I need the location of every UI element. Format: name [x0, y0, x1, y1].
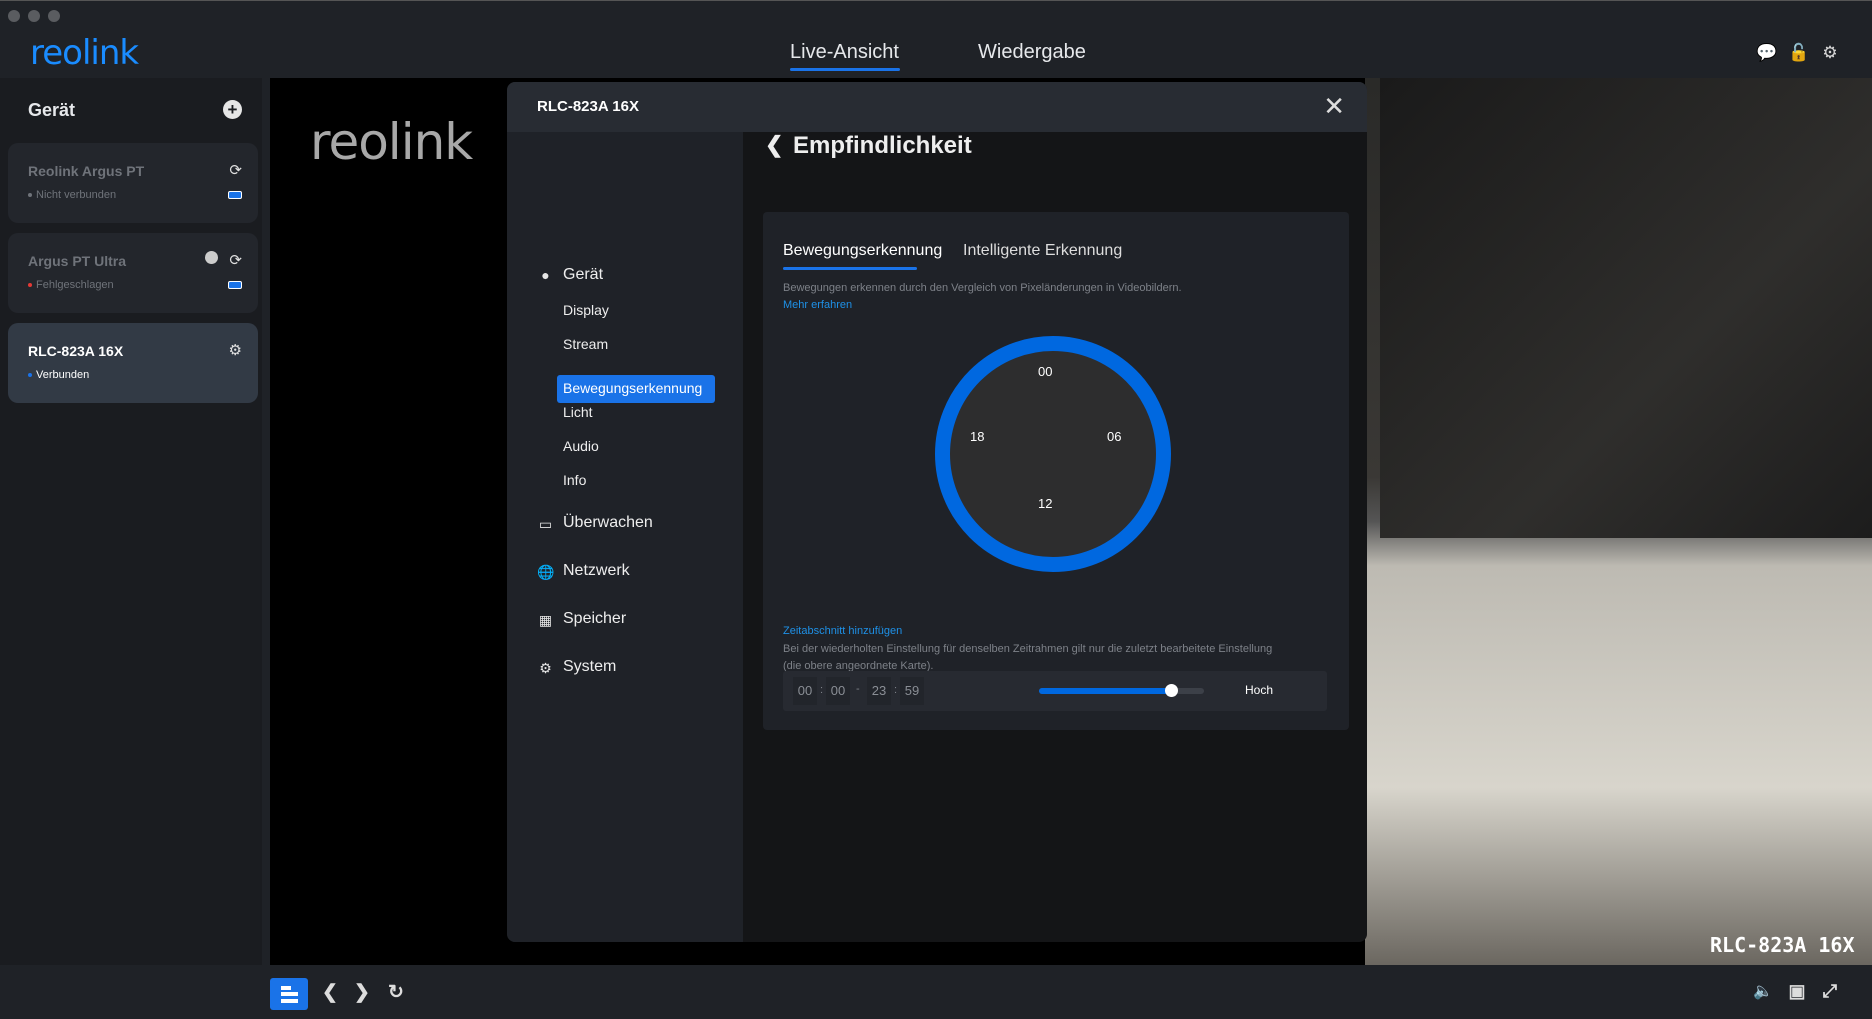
close-icon[interactable]: ✕: [1323, 92, 1345, 120]
add-period-link[interactable]: Zeitabschnitt hinzufügen: [783, 625, 902, 637]
clock-label-06: 06: [1107, 429, 1122, 444]
sensitivity-slider-fill: [1039, 688, 1171, 694]
device-name: Reolink Argus PT: [28, 163, 145, 179]
unlock-icon[interactable]: 🔓: [1788, 43, 1809, 63]
nav-storage[interactable]: Speicher: [563, 610, 626, 628]
status-dot: [28, 193, 32, 198]
tab-motion-detection[interactable]: Bewegungserkennung: [783, 242, 942, 260]
device-card-argus-pt-ultra[interactable]: Argus PT Ultra Fehlgeschlagen ⟳: [8, 233, 258, 313]
active-tab-indicator: [790, 68, 900, 71]
device-status: Verbunden: [28, 369, 89, 381]
globe-icon: 🌐: [537, 564, 555, 580]
storage-icon: ▦: [538, 612, 553, 628]
nav-light[interactable]: Licht: [563, 404, 593, 420]
reconnect-icon[interactable]: ⟳: [229, 161, 242, 179]
dialog-title: RLC-823A 16X: [537, 98, 639, 115]
refresh-icon[interactable]: ↻: [384, 981, 408, 1004]
clock-label-18: 18: [970, 429, 985, 444]
gear-icon: ⚙: [539, 660, 552, 676]
minimize-window-button[interactable]: [28, 10, 40, 22]
start-hour-input[interactable]: 00: [793, 677, 817, 705]
nav-audio[interactable]: Audio: [563, 438, 599, 454]
time-separator: -: [856, 683, 860, 695]
device-card-reolink-argus-pt[interactable]: Reolink Argus PT Nicht verbunden ⟳: [8, 143, 258, 223]
clock-label-12: 12: [1038, 496, 1053, 511]
sensitivity-level-label: Hoch: [1245, 683, 1274, 697]
device-status-text: Fehlgeschlagen: [36, 279, 114, 291]
page-title: Empfindlichkeit: [793, 132, 972, 159]
nav-system[interactable]: System: [563, 658, 616, 676]
sensitivity-slider[interactable]: [1039, 684, 1204, 697]
status-dot: [28, 283, 32, 288]
layout-list-button[interactable]: [270, 978, 308, 1010]
sensitivity-slider-thumb[interactable]: [1165, 684, 1178, 697]
battery-icon: [228, 281, 242, 289]
learn-more-link[interactable]: Mehr erfahren: [783, 299, 852, 311]
chevron-left-icon[interactable]: ❮: [318, 981, 342, 1004]
settings-gear-icon[interactable]: ⚙: [229, 341, 242, 359]
schedule-row: 00 : 00 - 23 : 59 Hoch: [783, 671, 1327, 711]
sidebar-title: Gerät: [28, 100, 76, 120]
active-tab-indicator: [783, 267, 917, 270]
bottom-toolbar: ❮ ❯ ↻ 🔈 ▣ ⤢: [0, 965, 1872, 1019]
tab-smart-detection[interactable]: Intelligente Erkennung: [963, 242, 1122, 260]
speaker-icon[interactable]: 🔈: [1751, 981, 1775, 1001]
nav-display[interactable]: Display: [563, 302, 609, 318]
nav-info[interactable]: Info: [563, 472, 586, 488]
device-card-rlc-823a[interactable]: RLC-823A 16X Verbunden ⚙: [8, 323, 258, 403]
battery-icon: [228, 191, 242, 199]
back-chevron-icon[interactable]: ❮: [765, 132, 783, 158]
monitor-icon: ▭: [538, 516, 553, 532]
status-dot: [28, 373, 32, 378]
device-name: Argus PT Ultra: [28, 253, 127, 269]
device-status: Nicht verbunden: [28, 189, 116, 201]
title-bar: reolink Live-Ansicht Wiedergabe 💬 🔓 ⚙: [0, 0, 1872, 78]
camera-osd-label: RLC-823A 16X: [1710, 933, 1855, 957]
camera-feed-tv: [1380, 78, 1872, 538]
settings-nav: ● Gerät Display Stream Bewegungserkennun…: [507, 132, 743, 942]
chat-icon[interactable]: 💬: [1756, 43, 1777, 63]
time-colon: :: [894, 684, 898, 696]
close-window-button[interactable]: [8, 10, 20, 22]
device-status: Fehlgeschlagen: [28, 279, 114, 291]
end-minute-input[interactable]: 59: [900, 677, 924, 705]
nav-motion-detection[interactable]: Bewegungserkennung: [563, 380, 702, 396]
schedule-clock[interactable]: 00 06 12 18: [935, 336, 1171, 572]
fullscreen-icon[interactable]: ⤢: [1818, 981, 1842, 1002]
chevron-right-icon[interactable]: ❯: [350, 981, 374, 1004]
nav-stream[interactable]: Stream: [563, 336, 608, 352]
device-status-text: Verbunden: [36, 369, 90, 381]
clock-label-00: 00: [1038, 364, 1053, 379]
tab-playback[interactable]: Wiedergabe: [978, 41, 1086, 64]
reconnect-icon[interactable]: ⟳: [229, 251, 242, 269]
reolink-logo: reolink: [30, 33, 139, 73]
aspect-ratio-icon[interactable]: ▣: [1785, 981, 1809, 1002]
add-device-button[interactable]: +: [223, 100, 242, 119]
camera-icon: ●: [541, 267, 550, 283]
motion-settings-card: Bewegungserkennung Intelligente Erkennun…: [763, 212, 1349, 730]
nav-monitor[interactable]: Überwachen: [563, 514, 653, 532]
device-status-text: Nicht verbunden: [36, 189, 117, 201]
wifi-icon: [205, 251, 218, 264]
nav-network[interactable]: Netzwerk: [563, 562, 630, 580]
time-colon: :: [820, 684, 824, 696]
gear-icon[interactable]: ⚙: [1820, 43, 1840, 63]
start-minute-input[interactable]: 00: [826, 677, 850, 705]
video-placeholder-logo: reolink: [310, 113, 473, 171]
end-hour-input[interactable]: 23: [867, 677, 891, 705]
device-name: RLC-823A 16X: [28, 343, 124, 359]
nav-device[interactable]: Gerät: [563, 266, 603, 284]
description: Bewegungen erkennen durch den Vergleich …: [783, 282, 1182, 294]
note-text: Bei der wiederholten Einstellung für den…: [783, 643, 1273, 655]
settings-dialog: RLC-823A 16X ✕ ● Gerät Display Stream Be…: [507, 82, 1367, 942]
dialog-header: RLC-823A 16X ✕: [507, 82, 1367, 132]
zoom-window-button[interactable]: [48, 10, 60, 22]
tab-live-view[interactable]: Live-Ansicht: [790, 41, 899, 64]
